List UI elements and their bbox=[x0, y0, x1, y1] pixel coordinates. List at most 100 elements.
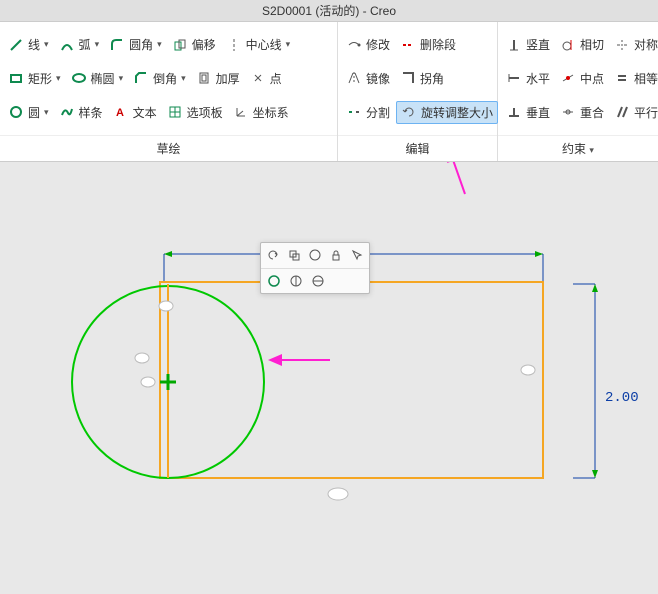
mirror-label: 镜像 bbox=[366, 70, 390, 87]
split-button[interactable]: 分割 bbox=[342, 102, 394, 123]
group-constraint-label[interactable]: 约束 ▾ bbox=[498, 135, 658, 161]
ribbon-toolbar: 线 ▾ 弧 ▾ 圆角 ▾ 偏移 bbox=[0, 22, 658, 162]
midpoint-icon bbox=[560, 70, 576, 86]
ctx-circle4-button[interactable] bbox=[309, 272, 327, 290]
centerline-label: 中心线 bbox=[246, 36, 282, 53]
centerline-button[interactable]: 中心线 ▾ bbox=[222, 34, 295, 55]
horizontal-icon bbox=[506, 70, 522, 86]
coincident-label: 重合 bbox=[580, 104, 604, 121]
ctx-circle3-button[interactable] bbox=[287, 272, 305, 290]
delete-segment-label: 删除段 bbox=[420, 36, 456, 53]
spline-icon bbox=[59, 104, 75, 120]
rotate-icon bbox=[401, 104, 417, 120]
point-label: 点 bbox=[270, 70, 282, 87]
parallel-button[interactable]: 平行 bbox=[610, 102, 658, 123]
ctx-undo-button[interactable] bbox=[265, 246, 282, 264]
point-button[interactable]: 点 bbox=[246, 68, 286, 89]
perpendicular-icon bbox=[506, 104, 522, 120]
csys-button[interactable]: 坐标系 bbox=[229, 102, 293, 123]
ellipse-icon bbox=[71, 70, 87, 86]
tangent-label: 相切 bbox=[580, 36, 604, 53]
symmetric-icon bbox=[614, 37, 630, 53]
ctx-copy-button[interactable] bbox=[286, 246, 303, 264]
corner-label: 拐角 bbox=[420, 70, 444, 87]
modify-button[interactable]: 修改 bbox=[342, 34, 394, 55]
dropdown-icon: ▾ bbox=[286, 39, 291, 50]
csys-icon bbox=[233, 104, 249, 120]
horizontal-label: 水平 bbox=[526, 70, 550, 87]
text-button[interactable]: A 文本 bbox=[109, 102, 161, 123]
thicken-button[interactable]: 加厚 bbox=[192, 68, 244, 89]
modify-icon bbox=[346, 37, 362, 53]
vertical-label: 竖直 bbox=[526, 36, 550, 53]
corner-button[interactable]: 拐角 bbox=[396, 68, 448, 89]
circle-icon bbox=[8, 104, 24, 120]
group-sketch: 线 ▾ 弧 ▾ 圆角 ▾ 偏移 bbox=[0, 22, 338, 161]
annotation-arrow-icon bbox=[268, 354, 330, 366]
circle-label: 圆 bbox=[28, 104, 40, 121]
offset-label: 偏移 bbox=[192, 36, 216, 53]
group-constraint: 竖直 相切 对称 水平 bbox=[498, 22, 658, 161]
midpoint-button[interactable]: 中点 bbox=[556, 68, 608, 89]
circle-button[interactable]: 圆 ▾ bbox=[4, 102, 53, 123]
parallel-label: 平行 bbox=[634, 104, 658, 121]
line-button[interactable]: 线 ▾ bbox=[4, 34, 53, 55]
perpendicular-label: 垂直 bbox=[526, 104, 550, 121]
point-icon bbox=[250, 70, 266, 86]
chamfer-button[interactable]: 倒角 ▾ bbox=[129, 68, 190, 89]
vertical-icon bbox=[506, 37, 522, 53]
ctx-lock-button[interactable] bbox=[327, 246, 344, 264]
symmetric-label: 对称 bbox=[634, 36, 658, 53]
arc-button[interactable]: 弧 ▾ bbox=[55, 34, 104, 55]
context-toolbar bbox=[260, 242, 370, 294]
delete-segment-icon bbox=[400, 37, 416, 53]
equal-button[interactable]: 相等 bbox=[610, 68, 658, 89]
svg-text:A: A bbox=[116, 107, 124, 119]
dropdown-icon: ▾ bbox=[44, 107, 49, 118]
offset-icon bbox=[172, 37, 188, 53]
dropdown-icon: ▾ bbox=[56, 73, 61, 84]
dropdown-icon: ▾ bbox=[181, 73, 186, 84]
equal-label: 相等 bbox=[634, 70, 658, 87]
group-sketch-label: 草绘 bbox=[0, 135, 337, 161]
dropdown-icon: ▾ bbox=[44, 39, 49, 50]
coincident-button[interactable]: 重合 bbox=[556, 102, 608, 123]
mirror-icon bbox=[346, 70, 362, 86]
ellipse-button[interactable]: 椭圆 ▾ bbox=[67, 68, 128, 89]
horizontal-button[interactable]: 水平 bbox=[502, 68, 554, 89]
palette-button[interactable]: 选项板 bbox=[163, 102, 227, 123]
rotate-resize-button[interactable]: 旋转调整大小 bbox=[396, 101, 498, 124]
csys-label: 坐标系 bbox=[253, 104, 289, 121]
sketch-canvas[interactable]: 2.00 bbox=[0, 162, 658, 594]
dropdown-icon: ▾ bbox=[119, 73, 124, 84]
rect-icon bbox=[8, 70, 24, 86]
fillet-label: 圆角 bbox=[129, 36, 153, 53]
tangent-button[interactable]: 相切 bbox=[556, 34, 608, 55]
coincident-icon bbox=[560, 104, 576, 120]
palette-label: 选项板 bbox=[187, 104, 223, 121]
spline-button[interactable]: 样条 bbox=[55, 102, 107, 123]
corner-icon bbox=[400, 70, 416, 86]
dropdown-icon: ▾ bbox=[95, 39, 100, 50]
perpendicular-button[interactable]: 垂直 bbox=[502, 102, 554, 123]
split-icon bbox=[346, 104, 362, 120]
arc-label: 弧 bbox=[79, 36, 91, 53]
text-icon: A bbox=[113, 104, 129, 120]
thicken-label: 加厚 bbox=[216, 70, 240, 87]
fillet-button[interactable]: 圆角 ▾ bbox=[105, 34, 166, 55]
symmetric-button[interactable]: 对称 bbox=[610, 34, 658, 55]
vertical-button[interactable]: 竖直 bbox=[502, 34, 554, 55]
arc-icon bbox=[59, 37, 75, 53]
delete-segment-button[interactable]: 删除段 bbox=[396, 34, 460, 55]
dimension-value[interactable]: 2.00 bbox=[605, 390, 639, 406]
window-titlebar: S2D0001 (活动的) - Creo bbox=[0, 0, 658, 22]
ctx-select-button[interactable] bbox=[348, 246, 365, 264]
spline-label: 样条 bbox=[79, 104, 103, 121]
ctx-circle2-button[interactable] bbox=[265, 272, 283, 290]
centerline-icon bbox=[226, 37, 242, 53]
rect-button[interactable]: 矩形 ▾ bbox=[4, 68, 65, 89]
offset-button[interactable]: 偏移 bbox=[168, 34, 220, 55]
mirror-button[interactable]: 镜像 bbox=[342, 68, 394, 89]
rect-label: 矩形 bbox=[28, 70, 52, 87]
ctx-circle-button[interactable] bbox=[307, 246, 324, 264]
